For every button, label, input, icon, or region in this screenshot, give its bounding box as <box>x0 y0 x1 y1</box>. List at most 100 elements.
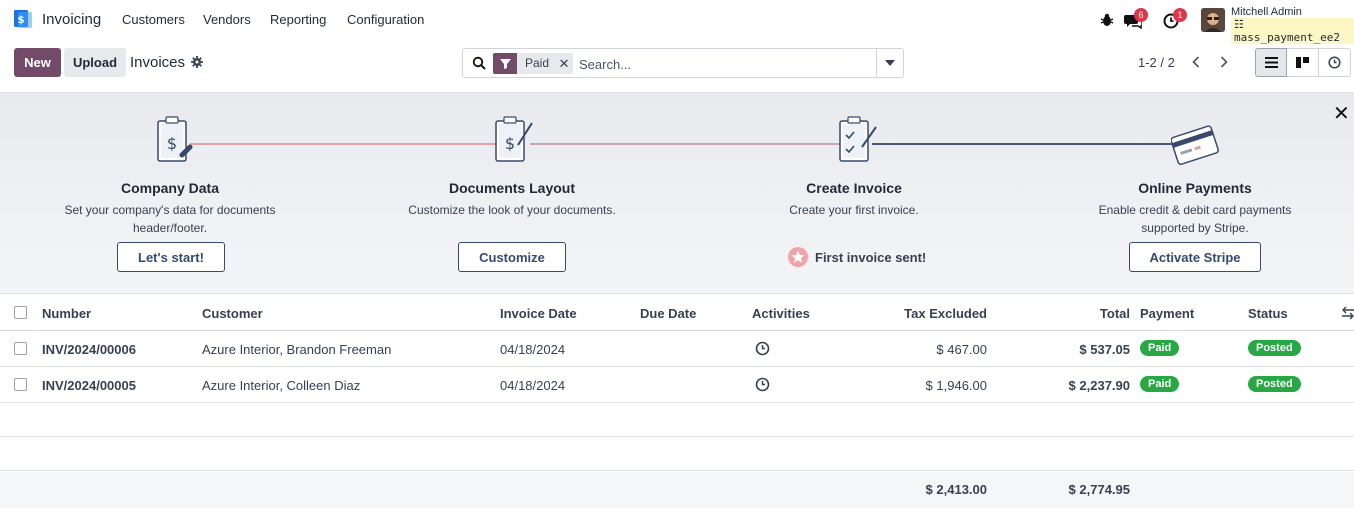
search-input[interactable] <box>579 54 869 74</box>
first-invoice-sent-label: First invoice sent! <box>815 249 927 265</box>
step-title: Documents Layout <box>448 180 575 196</box>
tax-excluded-amount: $ 1,946.00 <box>925 378 987 393</box>
row-checkbox[interactable] <box>14 342 27 355</box>
chevron-left-icon <box>1192 56 1200 68</box>
svg-text:$: $ <box>167 134 177 153</box>
table-header: Number Customer Invoice Date Due Date Ac… <box>0 294 1354 331</box>
onboarding-banner: ✕ $ Company Data Set your company's data… <box>0 92 1354 294</box>
upload-button[interactable]: Upload <box>64 48 126 77</box>
first-invoice-sent-status: First invoice sent! <box>788 247 926 267</box>
activity-view-button[interactable] <box>1319 48 1351 77</box>
debug-bug-icon[interactable] <box>1098 11 1116 29</box>
kanban-view-button[interactable] <box>1287 48 1319 77</box>
step-title: Online Payments <box>1138 180 1252 196</box>
top-navbar: $ Invoicing Customers Vendors Reporting … <box>0 0 1354 44</box>
user-avatar[interactable] <box>1201 8 1225 32</box>
progress-connector <box>190 143 505 145</box>
search-facet-paid: Paid ✕ <box>493 53 574 74</box>
column-header-customer[interactable]: Customer <box>202 306 263 321</box>
documents-layout-icon: $ <box>495 116 533 162</box>
create-invoice-icon <box>839 116 877 162</box>
kanban-view-icon <box>1296 57 1309 68</box>
new-button[interactable]: New <box>14 48 61 77</box>
column-header-number[interactable]: Number <box>42 306 91 321</box>
svg-text:$: $ <box>505 134 515 153</box>
pager-value[interactable]: 1-2 / 2 <box>1138 55 1175 70</box>
caret-down-icon <box>885 60 895 66</box>
step-title: Company Data <box>120 180 220 196</box>
invoice-number: INV/2024/00005 <box>42 378 136 393</box>
search-bar[interactable]: Paid ✕ <box>462 48 904 78</box>
customer-name: Azure Interior, Colleen Diaz <box>202 378 361 393</box>
star-icon <box>788 247 808 267</box>
menu-reporting[interactable]: Reporting <box>270 12 326 27</box>
column-header-status[interactable]: Status <box>1248 306 1288 321</box>
menu-customers[interactable]: Customers <box>122 12 185 27</box>
tax-excluded-sum: $ 2,413.00 <box>925 482 987 497</box>
database-icon: ☷ <box>1234 18 1244 31</box>
status-badge: Posted <box>1248 376 1301 392</box>
close-onboarding-icon[interactable]: ✕ <box>1333 104 1350 124</box>
filter-icon <box>493 53 517 74</box>
payment-status-badge: Paid <box>1140 340 1180 356</box>
menu-configuration[interactable]: Configuration <box>347 12 424 27</box>
lets-start-button[interactable]: Let's start! <box>117 242 225 272</box>
facet-label: Paid <box>525 56 550 70</box>
step-description: Enable credit & debit card payments supp… <box>1045 201 1345 237</box>
activity-clock-icon <box>1328 56 1341 69</box>
facet-remove-icon[interactable]: ✕ <box>555 53 573 74</box>
total-amount: $ 2,237.90 <box>1068 378 1130 393</box>
column-header-payment[interactable]: Payment <box>1140 306 1194 321</box>
table-footer-totals: $ 2,413.00 $ 2,774.95 <box>0 472 1354 508</box>
step-title: Create Invoice <box>806 180 902 196</box>
step-description-line: header/footer. <box>132 221 208 235</box>
activities-count-badge: 1 <box>1173 8 1187 22</box>
table-row[interactable]: INV/2024/00006 Azure Interior, Brandon F… <box>0 331 1354 367</box>
column-header-total[interactable]: Total <box>1100 306 1130 321</box>
list-view-button[interactable] <box>1255 48 1287 77</box>
empty-row <box>0 403 1354 437</box>
step-description-line: Enable credit & debit card payments <box>1098 203 1292 217</box>
table-row[interactable]: INV/2024/00005 Azure Interior, Colleen D… <box>0 367 1354 403</box>
chevron-right-icon <box>1220 56 1228 68</box>
optional-columns-toggle-icon[interactable] <box>1342 306 1354 320</box>
status-badge: Posted <box>1248 340 1301 356</box>
list-view-icon <box>1264 57 1278 68</box>
step-description-line: supported by Stripe. <box>1141 221 1249 235</box>
customize-button[interactable]: Customize <box>458 242 566 272</box>
user-name[interactable]: Mitchell Admin <box>1231 6 1302 18</box>
step-description: Create your first invoice. <box>704 201 1004 219</box>
activity-clock-icon[interactable] <box>755 377 770 392</box>
search-options-toggle[interactable] <box>876 49 903 77</box>
total-sum: $ 2,774.95 <box>1068 482 1130 497</box>
credit-card-icon <box>1171 125 1219 165</box>
total-amount: $ 537.05 <box>1079 342 1130 357</box>
column-header-tax-excluded[interactable]: Tax Excluded <box>904 306 987 321</box>
column-header-due-date[interactable]: Due Date <box>640 306 696 321</box>
invoicing-app-icon[interactable]: $ <box>14 10 32 28</box>
database-label: mass_payment_ee2 <box>1234 31 1340 44</box>
column-header-activities[interactable]: Activities <box>752 306 810 321</box>
select-all-checkbox[interactable] <box>14 306 27 319</box>
tax-excluded-amount: $ 467.00 <box>936 342 987 357</box>
step-description-line: Set your company's data for documents <box>64 203 276 217</box>
menu-vendors[interactable]: Vendors <box>203 12 251 27</box>
activate-stripe-button[interactable]: Activate Stripe <box>1129 242 1261 272</box>
pager-next-button[interactable] <box>1210 48 1238 76</box>
gear-icon[interactable] <box>191 56 203 68</box>
app-name[interactable]: Invoicing <box>42 11 101 28</box>
step-description: Customize the look of your documents. <box>362 201 662 219</box>
invoice-date: 04/18/2024 <box>500 378 566 393</box>
step-description-line: Create your first invoice. <box>789 203 919 217</box>
messages-count-badge: 6 <box>1134 8 1148 22</box>
company-data-icon: $ <box>157 116 193 162</box>
pager-previous-button[interactable] <box>1182 48 1210 76</box>
column-header-invoice-date[interactable]: Invoice Date <box>500 306 577 321</box>
row-checkbox[interactable] <box>14 378 27 391</box>
activity-clock-icon[interactable] <box>755 341 770 356</box>
search-icon[interactable] <box>472 56 486 70</box>
empty-row <box>0 437 1354 471</box>
customer-name: Azure Interior, Brandon Freeman <box>202 342 392 357</box>
invoice-number: INV/2024/00006 <box>42 342 136 357</box>
database-name: ☷ mass_payment_ee2 <box>1231 18 1354 44</box>
